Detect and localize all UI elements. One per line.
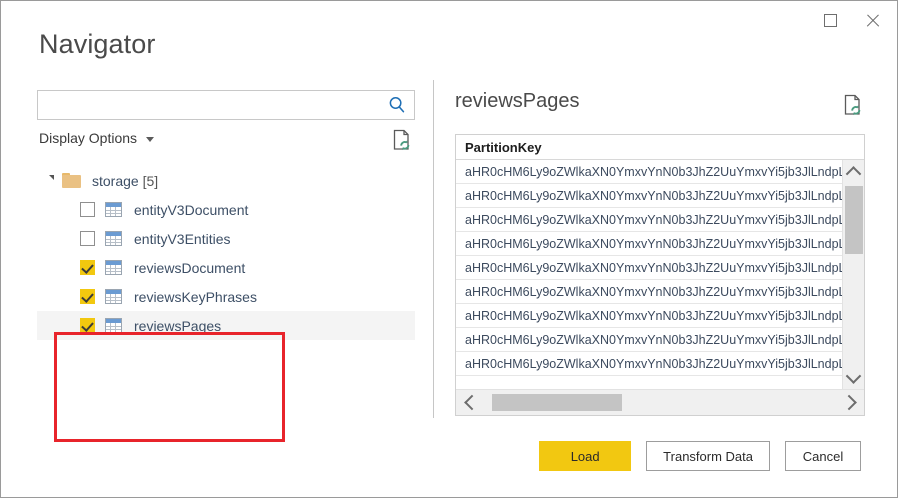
table-row[interactable]: aHR0cHM6Ly9oZWlkaXN0YmxvYnN0b3JhZ2UuYmxv… <box>456 352 864 376</box>
table-icon <box>105 260 122 275</box>
transform-data-button[interactable]: Transform Data <box>646 441 770 471</box>
tree-item-label: entityV3Document <box>134 201 249 218</box>
table-row[interactable]: aHR0cHM6Ly9oZWlkaXN0YmxvYnN0b3JhZ2UuYmxv… <box>456 184 864 208</box>
display-options-row: Display Options <box>37 128 415 154</box>
cell-partitionkey: aHR0cHM6Ly9oZWlkaXN0YmxvYnN0b3JhZ2UuYmxv… <box>465 332 864 347</box>
table-icon <box>105 318 122 333</box>
pane-divider <box>433 80 434 418</box>
table-icon <box>105 202 122 217</box>
navigator-dialog: Navigator Display Options storage [5] en… <box>0 0 898 498</box>
tree-item-reviewsPages[interactable]: reviewsPages <box>37 311 415 340</box>
vertical-scroll-thumb[interactable] <box>845 186 863 254</box>
grid-vertical-scrollbar[interactable] <box>842 160 864 389</box>
highlight-annotation-box <box>54 332 285 442</box>
cell-partitionkey: aHR0cHM6Ly9oZWlkaXN0YmxvYnN0b3JhZ2UuYmxv… <box>465 164 864 179</box>
cell-partitionkey: aHR0cHM6Ly9oZWlkaXN0YmxvYnN0b3JhZ2UuYmxv… <box>465 284 864 299</box>
navigator-tree: storage [5] entityV3Document entityV3Ent… <box>37 166 415 442</box>
tree-item-entityV3Document[interactable]: entityV3Document <box>37 195 415 224</box>
table-row[interactable]: aHR0cHM6Ly9oZWlkaXN0YmxvYnN0b3JhZ2UuYmxv… <box>456 160 864 184</box>
tree-item-checkbox[interactable] <box>80 260 95 275</box>
scroll-down-button[interactable] <box>843 367 864 387</box>
preview-title: reviewsPages <box>455 90 580 112</box>
scroll-right-button[interactable] <box>838 390 862 415</box>
tree-item-checkbox[interactable] <box>80 231 95 246</box>
column-header-partitionkey: PartitionKey <box>465 139 542 155</box>
scroll-left-button[interactable] <box>458 390 482 415</box>
tree-item-entityV3Entities[interactable]: entityV3Entities <box>37 224 415 253</box>
page-title: Navigator <box>39 29 156 59</box>
chevron-down-icon <box>146 137 155 142</box>
maximize-button[interactable] <box>809 4 851 36</box>
tree-item-label: entityV3Entities <box>134 230 231 247</box>
scroll-up-button[interactable] <box>843 162 864 182</box>
close-button[interactable] <box>851 4 893 36</box>
table-row[interactable]: aHR0cHM6Ly9oZWlkaXN0YmxvYnN0b3JhZ2UuYmxv… <box>456 328 864 352</box>
tree-item-label: reviewsPages <box>134 317 222 334</box>
left-pane: Display Options storage [5] entityV3Docu… <box>37 90 415 442</box>
display-options-dropdown[interactable]: Display Options <box>39 130 155 146</box>
table-row[interactable]: aHR0cHM6Ly9oZWlkaXN0YmxvYnN0b3JhZ2UuYmxv… <box>456 280 864 304</box>
cancel-button[interactable]: Cancel <box>785 441 861 471</box>
tree-item-label: reviewsKeyPhrases <box>134 288 257 305</box>
table-icon <box>105 231 122 246</box>
tree-root-storage[interactable]: storage [5] <box>37 166 415 195</box>
chevron-down-icon <box>845 367 862 384</box>
refresh-document-icon[interactable] <box>842 93 864 117</box>
cell-partitionkey: aHR0cHM6Ly9oZWlkaXN0YmxvYnN0b3JhZ2UuYmxv… <box>465 236 864 251</box>
horizontal-scroll-thumb[interactable] <box>492 394 622 411</box>
search-box[interactable] <box>37 90 415 120</box>
cell-partitionkey: aHR0cHM6Ly9oZWlkaXN0YmxvYnN0b3JhZ2UuYmxv… <box>465 260 864 275</box>
close-x-icon <box>865 13 880 28</box>
maximize-square-icon <box>823 13 837 27</box>
expander-collapse-icon[interactable] <box>49 174 54 185</box>
tree-item-reviewsDocument[interactable]: reviewsDocument <box>37 253 415 282</box>
refresh-document-icon[interactable] <box>391 128 413 152</box>
chevron-right-icon <box>840 394 857 411</box>
tree-root-label: storage [5] <box>92 172 159 189</box>
preview-grid: PartitionKey aHR0cHM6Ly9oZWlkaXN0YmxvYnN… <box>455 134 865 416</box>
chevron-up-icon <box>845 165 862 182</box>
window-controls <box>809 1 893 39</box>
cell-partitionkey: aHR0cHM6Ly9oZWlkaXN0YmxvYnN0b3JhZ2UuYmxv… <box>465 212 864 227</box>
grid-horizontal-scrollbar[interactable] <box>456 389 864 415</box>
grid-column-header: PartitionKey <box>456 135 864 160</box>
table-row[interactable]: aHR0cHM6Ly9oZWlkaXN0YmxvYnN0b3JhZ2UuYmxv… <box>456 232 864 256</box>
search-input[interactable] <box>38 91 378 119</box>
load-button[interactable]: Load <box>539 441 632 471</box>
tree-item-label: reviewsDocument <box>134 259 246 276</box>
table-row[interactable]: aHR0cHM6Ly9oZWlkaXN0YmxvYnN0b3JhZ2UuYmxv… <box>456 256 864 280</box>
table-icon <box>105 289 122 304</box>
tree-item-reviewsKeyPhrases[interactable]: reviewsKeyPhrases <box>37 282 415 311</box>
tree-item-checkbox[interactable] <box>80 289 95 304</box>
chevron-left-icon <box>463 394 480 411</box>
preview-pane: reviewsPages PartitionKey aHR0cHM6Ly9oZW… <box>455 90 865 416</box>
cell-partitionkey: aHR0cHM6Ly9oZWlkaXN0YmxvYnN0b3JhZ2UuYmxv… <box>465 356 864 371</box>
grid-body: aHR0cHM6Ly9oZWlkaXN0YmxvYnN0b3JhZ2UuYmxv… <box>456 160 864 389</box>
dialog-footer: Load Transform Data Cancel <box>539 441 861 471</box>
display-options-label: Display Options <box>39 130 138 146</box>
table-row[interactable]: aHR0cHM6Ly9oZWlkaXN0YmxvYnN0b3JhZ2UuYmxv… <box>456 304 864 328</box>
tree-item-checkbox[interactable] <box>80 202 95 217</box>
tree-root-count: [5] <box>142 172 159 189</box>
folder-icon <box>62 173 81 188</box>
cell-partitionkey: aHR0cHM6Ly9oZWlkaXN0YmxvYnN0b3JhZ2UuYmxv… <box>465 308 864 323</box>
table-row[interactable]: aHR0cHM6Ly9oZWlkaXN0YmxvYnN0b3JhZ2UuYmxv… <box>456 208 864 232</box>
tree-item-checkbox[interactable] <box>80 318 95 333</box>
search-icon[interactable] <box>387 95 407 115</box>
cell-partitionkey: aHR0cHM6Ly9oZWlkaXN0YmxvYnN0b3JhZ2UuYmxv… <box>465 188 864 203</box>
